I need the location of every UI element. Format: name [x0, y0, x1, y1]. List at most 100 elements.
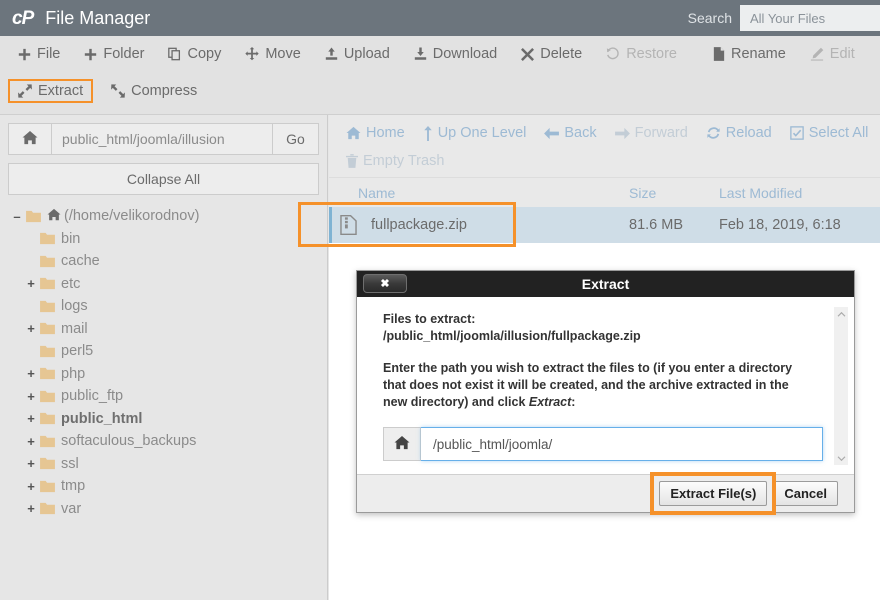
dialog-body: Files to extract: /public_html/joomla/il… [357, 297, 854, 475]
file-nav-row-secondary: Empty Trash [337, 147, 880, 175]
compress-label: Compress [131, 83, 198, 99]
copy-button[interactable]: Copy [158, 42, 231, 66]
path-home-button[interactable] [8, 123, 52, 155]
nav-home-button[interactable]: Home [337, 123, 414, 143]
collapse-all-button[interactable]: Collapse All [8, 163, 319, 195]
nav-back-button[interactable]: Back [535, 123, 605, 143]
checkbox-icon [789, 126, 804, 140]
compress-button[interactable]: Compress [101, 79, 207, 103]
search-input[interactable]: All Your Files [740, 5, 880, 31]
go-button[interactable]: Go [273, 123, 319, 155]
files-to-extract-label: Files to extract: [383, 312, 476, 326]
tree-item-public-ftp[interactable]: + public_ftp [10, 385, 327, 408]
chevron-down-icon[interactable] [834, 451, 848, 465]
path-input[interactable]: public_html/joomla/illusion [52, 123, 273, 155]
extract-button-wrapper: Extract File(s) [650, 472, 777, 515]
column-header-last-modified[interactable]: Last Modified [719, 185, 880, 201]
delete-button[interactable]: Delete [511, 42, 592, 66]
restore-label: Restore [626, 46, 677, 62]
download-icon [414, 47, 427, 61]
expand-toggle-icon[interactable]: + [24, 479, 38, 494]
extract-path-input[interactable]: /public_html/joomla/ [421, 427, 823, 461]
nav-back-label: Back [564, 125, 597, 141]
file-table-body: fullpackage.zip 81.6 MB Feb 18, 2019, 6:… [298, 202, 880, 247]
download-button[interactable]: Download [404, 42, 508, 66]
tree-item-bin[interactable]: + bin [10, 228, 327, 251]
expand-toggle-icon[interactable]: + [24, 366, 38, 381]
nav-up-one-level-button[interactable]: Up One Level [414, 123, 536, 143]
search-label: Search [687, 10, 732, 26]
dialog-home-button[interactable] [383, 427, 421, 461]
delete-label: Delete [540, 46, 583, 62]
nav-reload-button[interactable]: Reload [697, 123, 781, 143]
tree-item-mail[interactable]: + mail [10, 318, 327, 341]
trash-icon [346, 154, 358, 168]
tree-item-home[interactable]: – (/home/velikorodnov) [10, 205, 327, 228]
file-size-cell: 81.6 MB [629, 217, 683, 233]
home-icon [394, 435, 410, 454]
tree-item-perl5[interactable]: + perl5 [10, 340, 327, 363]
files-to-extract-path: /public_html/joomla/illusion/fullpackage… [383, 329, 641, 343]
nav-select-all-label: Select All [808, 125, 869, 141]
tree-item-label: tmp [61, 478, 86, 495]
restore-button[interactable]: Restore [596, 42, 687, 66]
file-nav-row-primary: Home Up One Level Back Forward Reload Se… [337, 119, 880, 147]
cancel-button[interactable]: Cancel [773, 481, 838, 506]
column-header-size[interactable]: Size [629, 185, 719, 201]
page-title: File Manager [45, 7, 151, 28]
move-button[interactable]: Move [235, 42, 310, 66]
file-name-cell[interactable]: fullpackage.zip [332, 215, 629, 235]
nav-empty-trash-button[interactable]: Empty Trash [337, 151, 453, 171]
directory-tree: – (/home/velikorodnov) + bin [0, 205, 327, 520]
new-folder-button[interactable]: Folder [74, 42, 154, 66]
new-file-button[interactable]: File [8, 42, 70, 66]
nav-select-all-button[interactable]: Select All [781, 123, 878, 143]
upload-label: Upload [343, 46, 390, 62]
upload-button[interactable]: Upload [315, 42, 400, 66]
folder-icon [40, 322, 55, 335]
edit-label: Edit [829, 46, 855, 62]
new-file-label: File [37, 46, 61, 62]
tree-item-tmp[interactable]: + tmp [10, 475, 327, 498]
column-header-name[interactable]: Name [329, 185, 629, 201]
folder-icon [40, 300, 55, 313]
close-icon[interactable]: ✖ [363, 274, 407, 293]
tree-item-etc[interactable]: + etc [10, 273, 327, 296]
compress-icon [111, 84, 126, 98]
nav-forward-button[interactable]: Forward [606, 123, 697, 143]
tree-item-php[interactable]: + php [10, 363, 327, 386]
html-editor-button[interactable] [869, 43, 880, 65]
tree-item-softaculous-backups[interactable]: + softaculous_backups [10, 430, 327, 453]
extract-button[interactable]: Extract [8, 79, 94, 103]
expand-toggle-icon[interactable]: + [24, 321, 38, 336]
expand-toggle-icon[interactable]: + [24, 434, 38, 449]
table-row[interactable]: fullpackage.zip 81.6 MB Feb 18, 2019, 6:… [298, 202, 880, 247]
tree-item-label: php [61, 365, 86, 382]
expand-toggle-icon[interactable]: + [24, 411, 38, 426]
edit-button[interactable]: Edit [800, 42, 865, 66]
extract-files-label: Extract File(s) [670, 486, 757, 501]
rename-button[interactable]: Rename [703, 42, 796, 66]
folder-icon [40, 277, 55, 290]
tree-item-cache[interactable]: + cache [10, 250, 327, 273]
dialog-footer: Extract File(s) Cancel [357, 472, 854, 515]
directory-tree-panel: public_html/joomla/illusion Go Collapse … [0, 115, 328, 600]
tree-item-public-html[interactable]: + public_html [10, 408, 327, 431]
dialog-scrollbar[interactable] [834, 307, 848, 465]
expand-toggle-icon[interactable]: + [24, 389, 38, 404]
tree-item-logs[interactable]: + logs [10, 295, 327, 318]
plus-icon [84, 48, 97, 61]
tree-item-ssl[interactable]: + ssl [10, 453, 327, 476]
folder-icon [40, 502, 55, 515]
extract-path-value: /public_html/joomla/ [433, 436, 553, 452]
expand-toggle-icon[interactable]: + [24, 501, 38, 516]
extract-files-button[interactable]: Extract File(s) [659, 481, 768, 506]
expand-toggle-icon[interactable]: + [24, 456, 38, 471]
folder-icon [40, 367, 55, 380]
copy-label: Copy [187, 46, 222, 62]
collapse-toggle-icon[interactable]: – [10, 209, 24, 224]
chevron-up-icon[interactable] [834, 307, 848, 321]
expand-toggle-icon[interactable]: + [24, 276, 38, 291]
tree-item-var[interactable]: + var [10, 498, 327, 521]
nav-empty-trash-label: Empty Trash [363, 153, 445, 169]
